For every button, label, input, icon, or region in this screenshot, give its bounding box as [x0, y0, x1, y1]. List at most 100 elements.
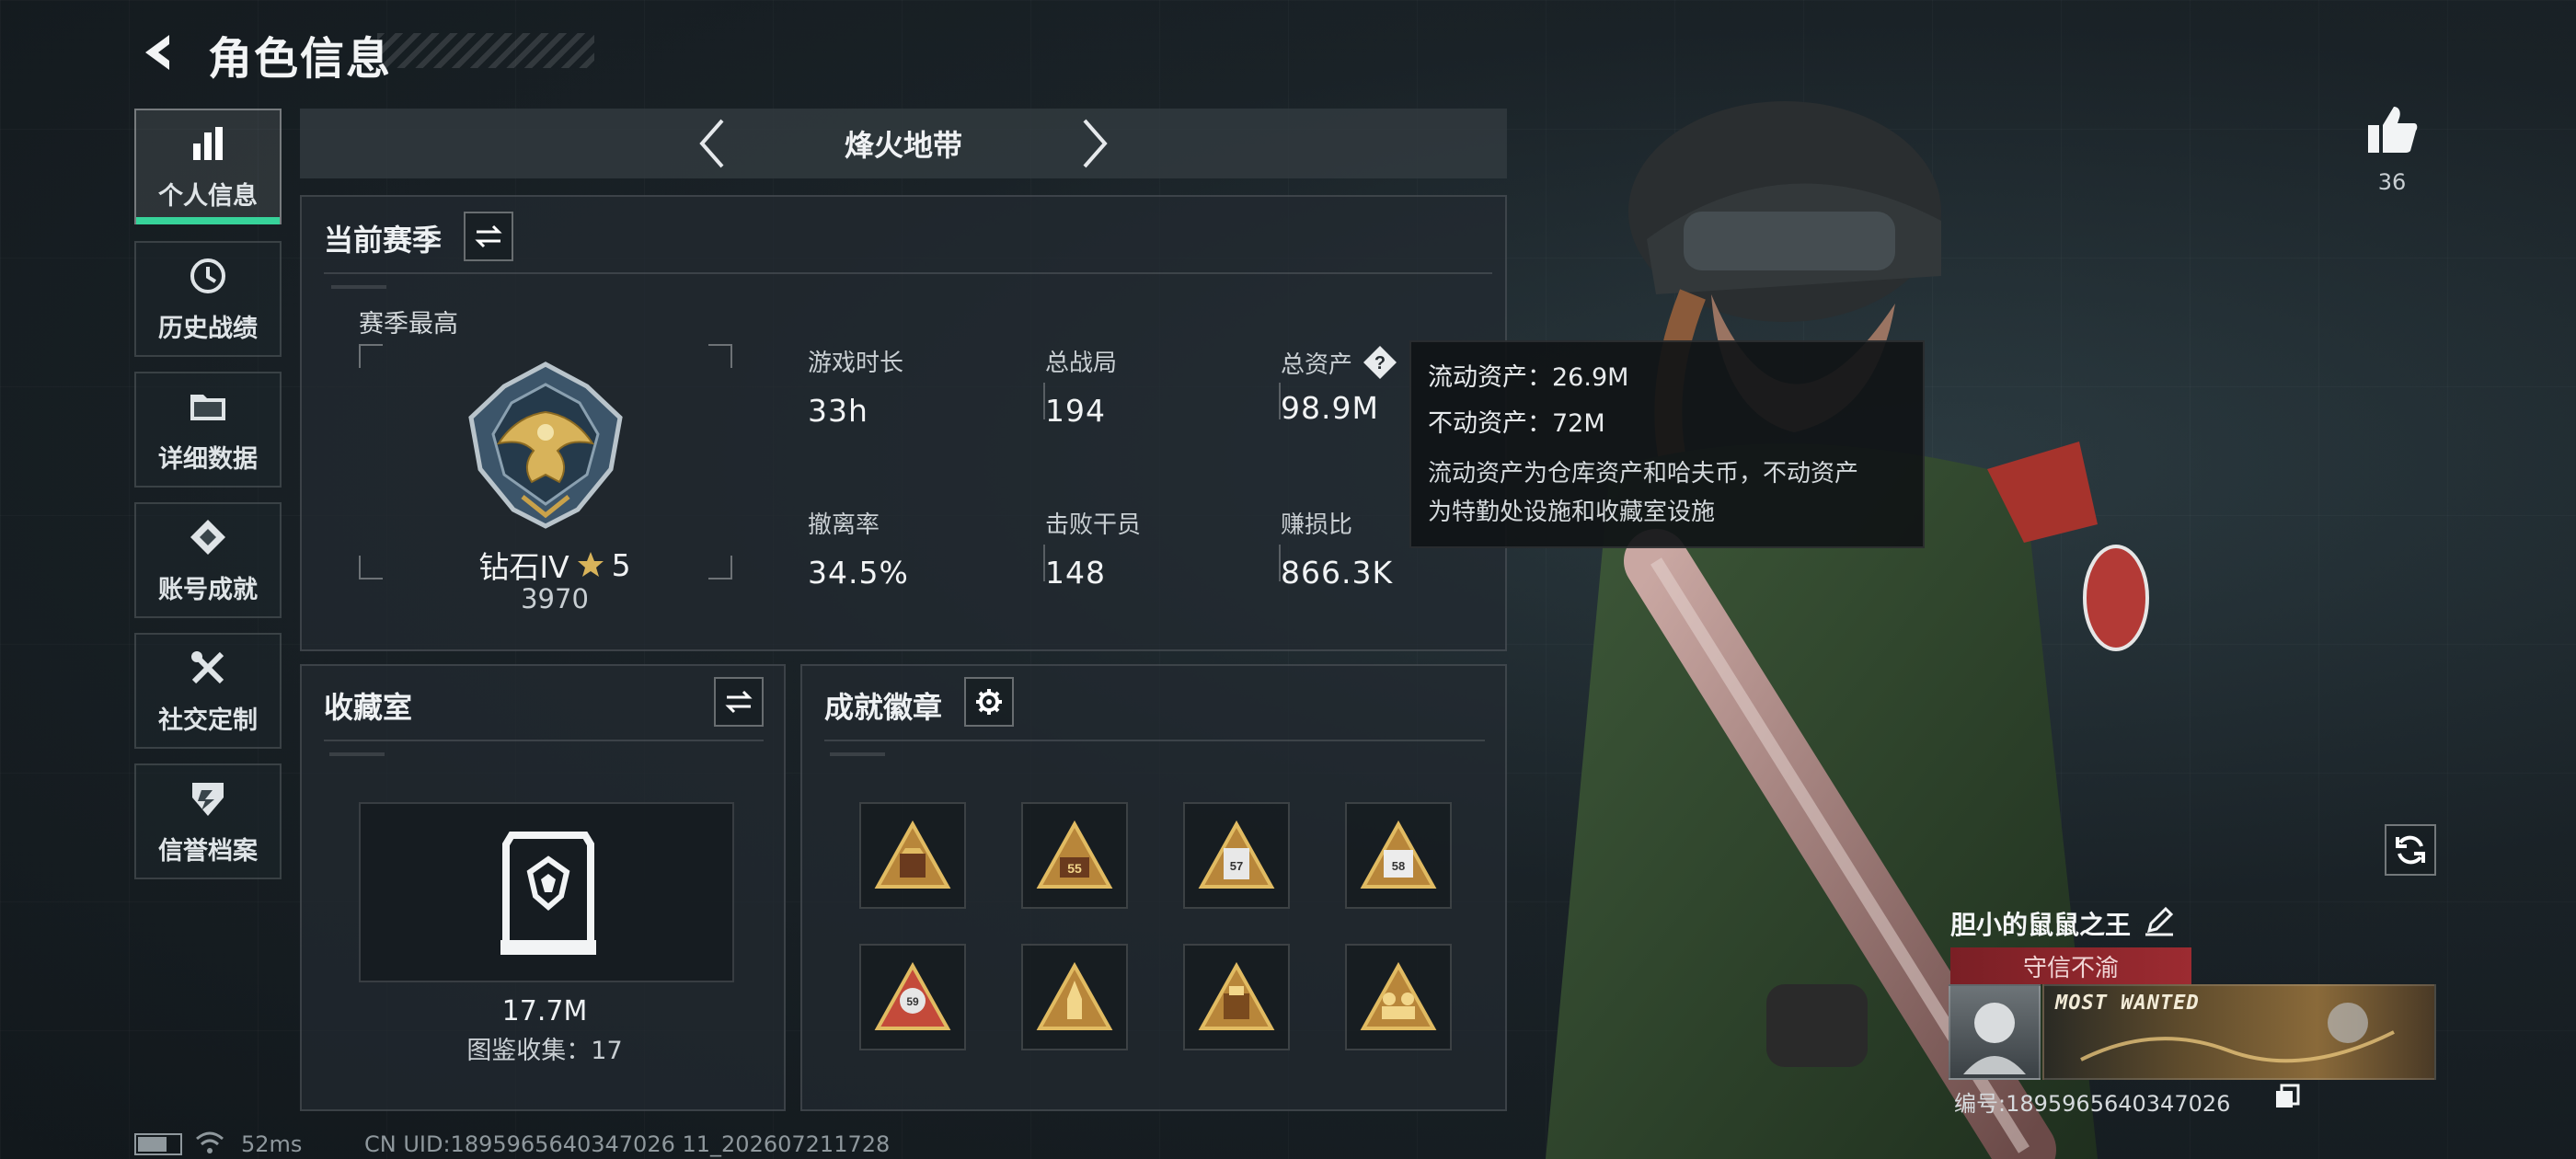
sidebar-item-detailed-data[interactable]: 详细数据: [134, 372, 282, 488]
sidebar-item-history[interactable]: 历史战绩: [134, 241, 282, 357]
tooltip-fixed-assets: 不动资产：72M: [1428, 409, 1605, 438]
decoration: [331, 285, 386, 289]
stat-value: 33h: [808, 393, 868, 429]
chevron-left-icon: [699, 119, 724, 168]
honor-title: 守信不渝: [1950, 947, 2191, 984]
refresh-icon: [2396, 835, 2425, 865]
banner-map-icon: [2080, 1003, 2395, 1063]
sidebar-item-social[interactable]: 社交定制: [134, 633, 282, 749]
copy-id-button[interactable]: [2274, 1084, 2302, 1111]
tools-icon: [187, 647, 229, 689]
achievement-icon: [187, 516, 229, 558]
badge-tile[interactable]: [1345, 944, 1452, 1050]
decoration: [329, 752, 385, 756]
display-case-icon: [499, 832, 598, 960]
like-button[interactable]: [2364, 103, 2420, 158]
folder-icon: [187, 385, 229, 428]
badge-tile[interactable]: 55: [1021, 802, 1128, 909]
rank-points: 3970: [521, 583, 589, 614]
stat-value: 34.5%: [808, 555, 909, 591]
back-button[interactable]: [134, 28, 184, 77]
sidebar-item-label: 社交定制: [158, 706, 258, 735]
swap-icon: [475, 224, 502, 248]
badge-tile[interactable]: 58: [1345, 802, 1452, 909]
page-title: 角色信息: [208, 33, 393, 85]
badge-rocket-icon: [1036, 962, 1113, 1030]
badge-58-icon: 58: [1360, 820, 1437, 889]
sidebar-item-credit[interactable]: 信誉档案: [134, 763, 282, 879]
season-switch-button[interactable]: [464, 212, 513, 261]
mode-name: 烽火地带: [844, 128, 962, 163]
stat-label: 游戏时长: [808, 350, 904, 377]
player-name: 胆小的鼠鼠之王: [1950, 910, 2132, 940]
stat-extraction-rate: 撤离率 34.5%: [808, 506, 909, 591]
sidebar-item-achievements[interactable]: 账号成就: [134, 502, 282, 618]
rank-stars: 5: [611, 546, 631, 583]
badge-57-icon: 57: [1198, 820, 1275, 889]
swap-icon: [725, 690, 753, 714]
badge-tile[interactable]: [1021, 944, 1128, 1050]
collection-panel: 收藏室 17.7M 图鉴收集：17: [300, 664, 786, 1111]
tooltip-description-2: 为特勤处设施和收藏室设施: [1428, 499, 1716, 526]
assets-tooltip: 流动资产：26.9M 不动资产：72M 流动资产为仓库资产和哈夫币，不动资产 为…: [1409, 340, 1925, 548]
prev-mode-button[interactable]: [684, 116, 740, 171]
player-id: 编号:1895965640347026: [1954, 1091, 2231, 1117]
badge-tile[interactable]: 59: [859, 944, 966, 1050]
player-avatar[interactable]: [1949, 984, 2041, 1080]
gear-icon: [976, 689, 1002, 715]
badge-number: 55: [1067, 861, 1082, 876]
badge-tile[interactable]: 57: [1183, 802, 1290, 909]
stat-label: 总资产: [1281, 350, 1353, 379]
player-banner[interactable]: MOST WANTED: [2042, 984, 2436, 1080]
history-icon: [187, 255, 229, 297]
pencil-icon: [2145, 906, 2174, 936]
asset-help-icon[interactable]: ?: [1362, 344, 1398, 381]
rotate-model-button[interactable]: [2385, 824, 2436, 876]
stat-play-time: 游戏时长 33h: [808, 344, 903, 429]
badge-number: 59: [906, 995, 919, 1008]
collection-display[interactable]: [359, 802, 734, 982]
mode-selector: 烽火地带: [300, 109, 1507, 178]
edit-name-button[interactable]: [2144, 905, 2180, 942]
sidebar-item-label: 信誉档案: [158, 836, 258, 866]
title-decoration: [377, 33, 594, 68]
sidebar-item-label: 个人信息: [158, 181, 258, 211]
badges-settings-button[interactable]: [964, 677, 1014, 727]
collection-switch-button[interactable]: [714, 677, 764, 727]
badge-tile[interactable]: [859, 802, 966, 909]
collection-title: 收藏室: [324, 690, 413, 725]
sidebar-item-label: 详细数据: [158, 444, 258, 474]
badge-number: 57: [1230, 859, 1243, 873]
season-best-label: 赛季最高: [359, 310, 458, 339]
badge-1-icon: [874, 820, 951, 889]
thumbs-up-icon: [2368, 107, 2418, 153]
badge-55-icon: 55: [1036, 820, 1113, 889]
bar-chart-icon: [187, 122, 229, 165]
wifi-icon: [195, 1130, 224, 1159]
sidebar-item-label: 历史战绩: [158, 314, 258, 343]
rank-emblem-icon: [458, 359, 633, 534]
star-icon: [577, 552, 604, 577]
badge-number: 58: [1392, 859, 1405, 873]
stat-label: 击败干员: [1045, 511, 1142, 539]
badge-59-icon: 59: [874, 962, 951, 1030]
season-title: 当前赛季: [324, 223, 443, 258]
divider: [324, 740, 764, 741]
catalog-count: 图鉴收集：17: [466, 1037, 623, 1065]
badges-grid: 55 57 58 59: [859, 802, 1452, 1050]
stat-value: 194: [1045, 393, 1106, 429]
sidebar-item-personal-info[interactable]: 个人信息: [134, 109, 282, 224]
copy-icon: [2276, 1084, 2300, 1107]
stat-label: 总战局: [1045, 350, 1118, 377]
stat-value: 148: [1045, 555, 1106, 591]
tooltip-liquid-assets: 流动资产：26.9M: [1428, 363, 1629, 392]
collection-value: 17.7M: [501, 995, 588, 1027]
ping: 52ms: [241, 1131, 303, 1157]
next-mode-button[interactable]: [1067, 116, 1122, 171]
badge-tile[interactable]: [1183, 944, 1290, 1050]
tooltip-description-1: 流动资产为仓库资产和哈夫币，不动资产: [1428, 460, 1859, 488]
badges-panel: 成就徽章 55 57 58 59: [800, 664, 1507, 1111]
divider: [324, 272, 1492, 274]
stat-operators-defeated: 击败干员 148: [1045, 506, 1141, 591]
stat-label: 赚损比: [1281, 511, 1353, 539]
